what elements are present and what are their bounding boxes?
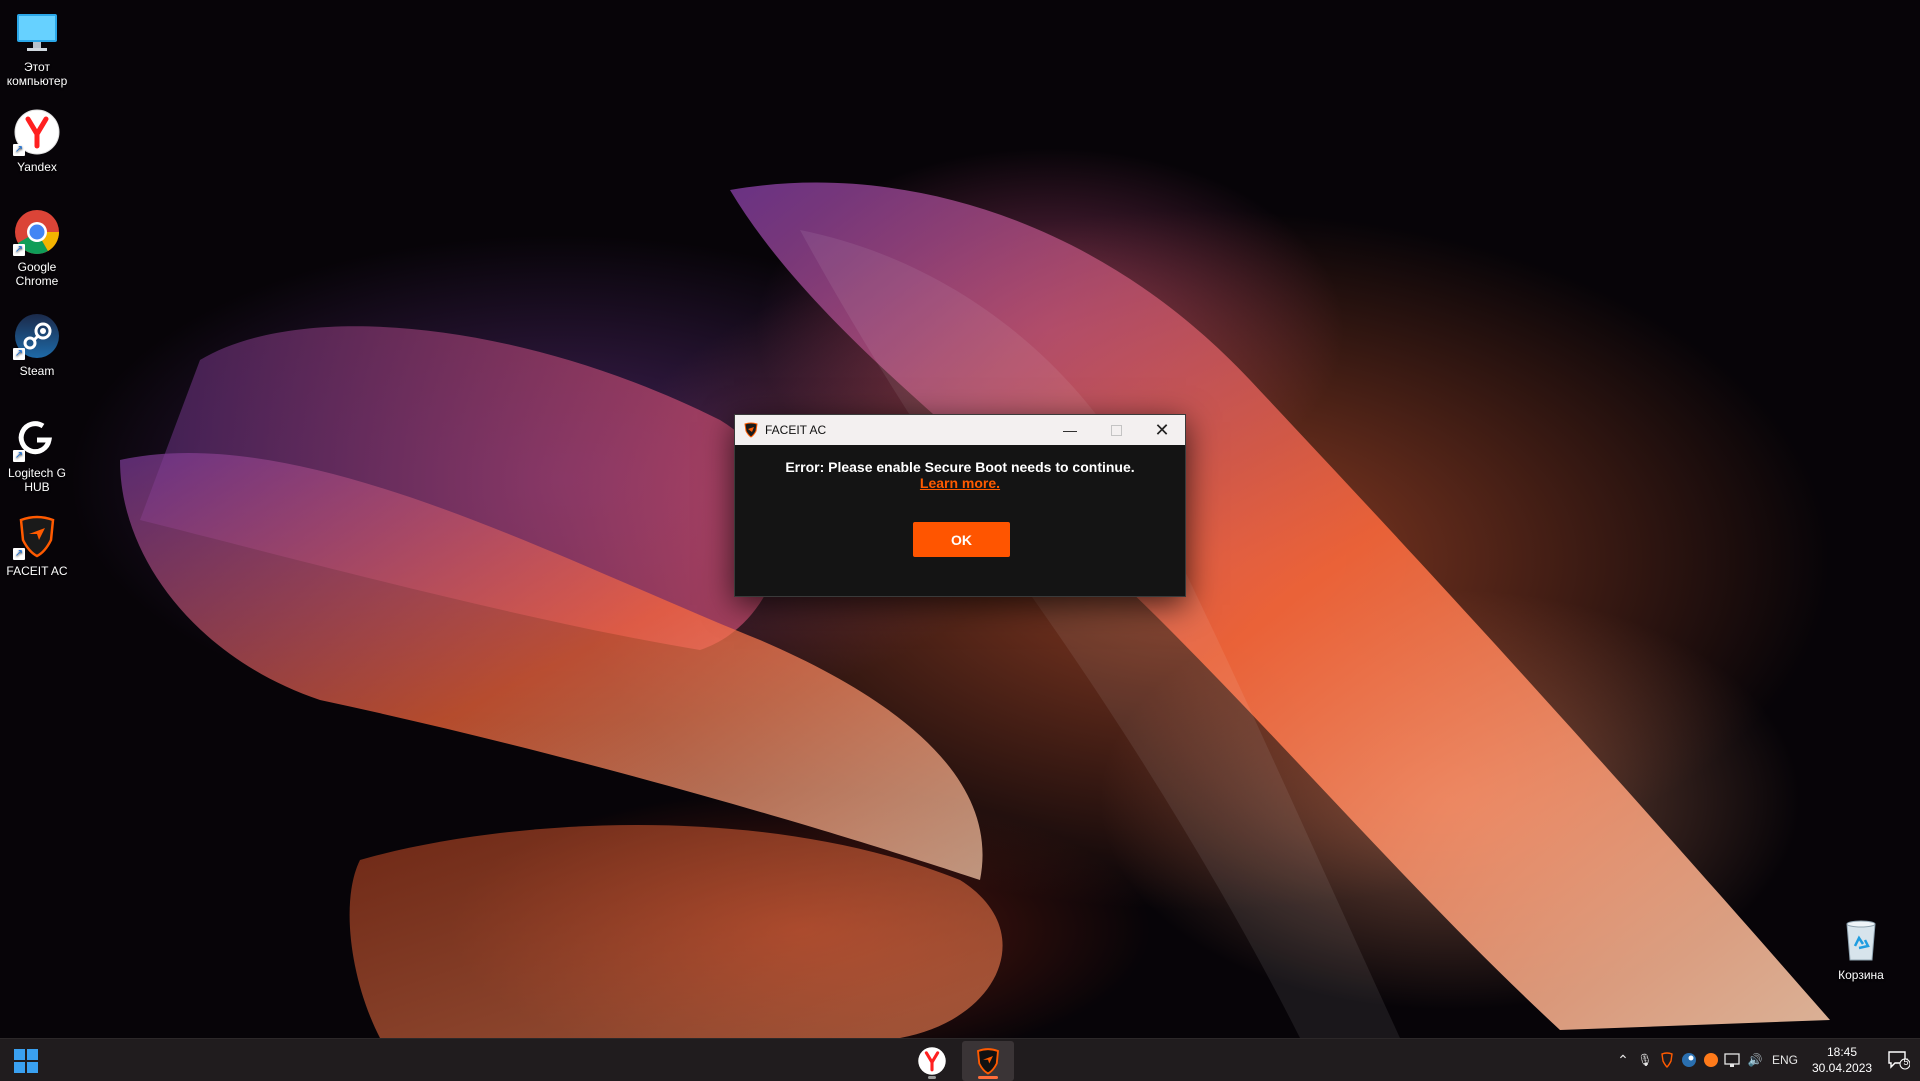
faceit-ac-icon <box>976 1048 1000 1075</box>
language-indicator[interactable]: ENG <box>1766 1053 1804 1067</box>
shortcut-arrow-icon: ↗ <box>13 144 25 156</box>
notification-center-button[interactable]: 5 <box>1886 1049 1911 1071</box>
desktop-icon-label: Google Chrome <box>15 260 59 288</box>
minimize-button[interactable]: — <box>1047 415 1093 445</box>
desktop-icon-yandex[interactable]: ↗ Yandex <box>4 108 70 174</box>
shortcut-arrow-icon: ↗ <box>13 348 25 360</box>
microphone-icon[interactable]: 🎙 <box>1634 1053 1656 1067</box>
taskbar-app-faceit-ac[interactable] <box>962 1041 1014 1081</box>
desktop-icon-recycle-bin[interactable]: Корзина <box>1826 916 1896 982</box>
clock-time: 18:45 <box>1826 1045 1858 1059</box>
logitech-g-hub-icon: ↗ <box>13 414 61 462</box>
desktop-icon-steam[interactable]: ↗ Steam <box>4 312 70 378</box>
steam-icon: ↗ <box>13 312 61 360</box>
close-button[interactable]: ✕ <box>1139 415 1185 445</box>
system-tray: ⌃ 🎙 🔊 ENG <box>1612 1039 1804 1081</box>
ok-button[interactable]: OK <box>913 522 1010 557</box>
faceit-error-dialog: FACEIT AC — ✕ Error: Please enable Secur… <box>734 414 1186 597</box>
faceit-ac-icon: ↗ <box>13 512 61 560</box>
minimize-icon: — <box>1063 422 1077 438</box>
desktop-icon-faceit-ac[interactable]: ↗ FACEIT AC <box>4 512 70 578</box>
volume-icon[interactable]: 🔊 <box>1744 1053 1766 1067</box>
dialog-title: FACEIT AC <box>765 423 827 437</box>
monitor-icon <box>13 8 61 56</box>
show-hidden-icons-chevron-up-icon[interactable]: ⌃ <box>1612 1052 1634 1069</box>
chrome-icon: ↗ <box>13 208 61 256</box>
windows-start-icon[interactable] <box>14 1049 38 1073</box>
maximize-icon <box>1110 424 1122 436</box>
recycle-bin-icon <box>1837 916 1885 964</box>
desktop-icon-logitech-g-hub[interactable]: ↗ Logitech G HUB <box>4 414 70 494</box>
learn-more-link[interactable]: Learn more. <box>920 475 1000 491</box>
yandex-browser-icon <box>918 1047 946 1075</box>
app-tray-icon[interactable] <box>1700 1052 1722 1068</box>
error-message: Error: Please enable Secure Boot needs t… <box>735 445 1185 491</box>
desktop-icon-label: Yandex <box>17 160 57 174</box>
taskbar: ⌃ 🎙 🔊 ENG 18:45 30.04.2023 5 <box>0 1038 1920 1081</box>
desktop-icon-this-pc[interactable]: Этот компьютер <box>4 8 70 88</box>
running-indicator <box>928 1076 936 1079</box>
desktop-icon-label: FACEIT AC <box>6 564 68 578</box>
shortcut-arrow-icon: ↗ <box>13 244 25 256</box>
shortcut-arrow-icon: ↗ <box>13 450 25 462</box>
steam-tray-icon[interactable] <box>1678 1052 1700 1068</box>
desktop-icon-label: Этот компьютер <box>6 60 68 88</box>
clock[interactable]: 18:45 30.04.2023 <box>1812 1044 1872 1076</box>
close-icon: ✕ <box>1154 419 1170 440</box>
desktop-icon-label: Logitech G HUB <box>7 466 67 494</box>
faceit-ac-tray-icon[interactable] <box>1656 1052 1678 1068</box>
yandex-browser-icon: ↗ <box>13 108 61 156</box>
faceit-ac-icon <box>744 422 758 438</box>
maximize-button <box>1093 415 1139 445</box>
active-indicator <box>978 1076 998 1079</box>
desktop-icon-label: Корзина <box>1838 968 1884 982</box>
dialog-titlebar[interactable]: FACEIT AC — ✕ <box>735 415 1185 445</box>
error-text: Error: Please enable Secure Boot needs t… <box>785 459 1135 475</box>
clock-date: 30.04.2023 <box>1812 1061 1873 1075</box>
desktop-icon-chrome[interactable]: ↗ Google Chrome <box>4 208 70 288</box>
taskbar-app-yandex[interactable] <box>906 1041 958 1081</box>
notification-count: 5 <box>1903 1057 1909 1067</box>
shortcut-arrow-icon: ↗ <box>13 548 25 560</box>
network-icon[interactable] <box>1722 1052 1744 1068</box>
desktop-icon-label: Steam <box>19 364 55 378</box>
